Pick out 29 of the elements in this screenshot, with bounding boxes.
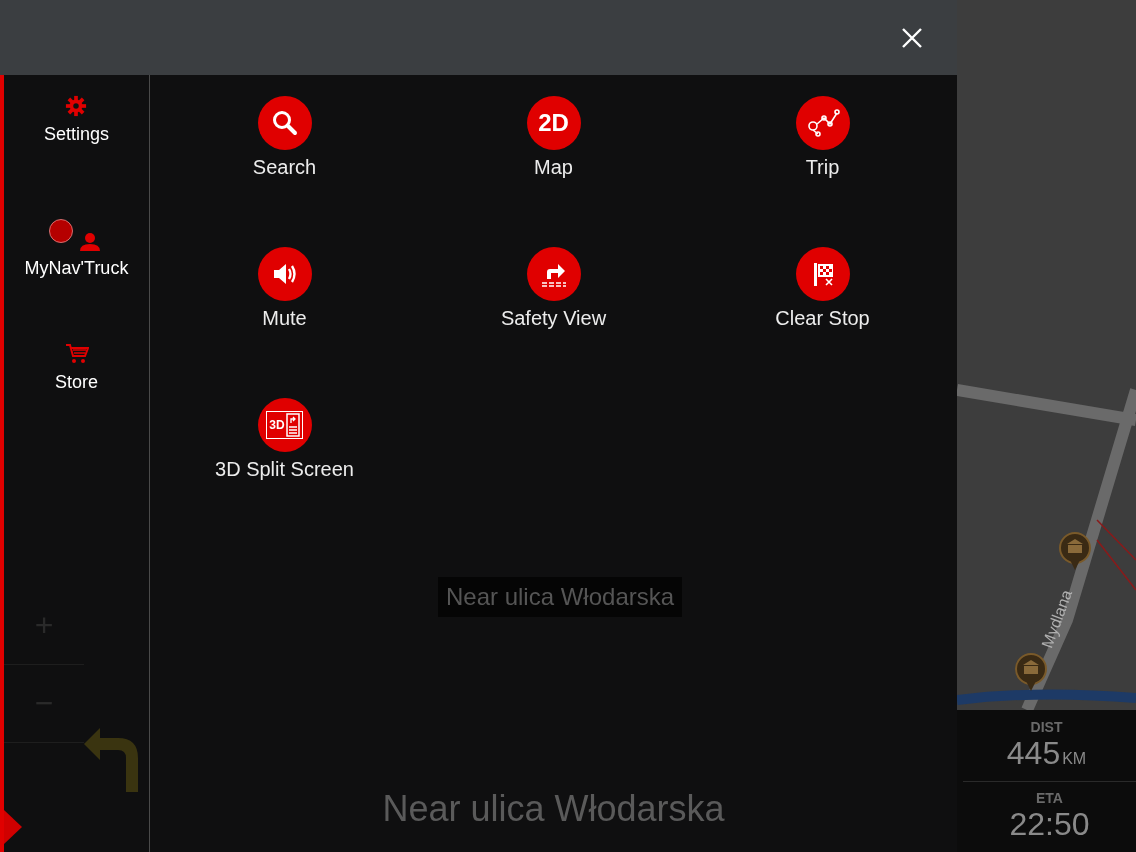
search-icon: [257, 96, 312, 150]
distance-value: 445: [1006, 734, 1061, 772]
split-screen-icon: 3D: [257, 398, 312, 452]
checkered-flag-icon: [795, 247, 850, 301]
menu-item[interactable]: 2D Map: [526, 96, 581, 179]
gear-icon: [65, 95, 88, 117]
museum-pin-icon: [1015, 653, 1047, 693]
menu-item[interactable]: Search: [252, 96, 317, 179]
museum-pin-icon: [1059, 532, 1091, 572]
menu-item[interactable]: Clear Stop: [775, 247, 870, 330]
map-mode-icon: 2D: [526, 96, 581, 150]
map-location-label: Near ulica Włodarska: [438, 577, 683, 617]
speaker-icon: [257, 247, 312, 301]
cart-icon: [64, 343, 89, 365]
sidebar-item[interactable]: MyNav'Truck: [24, 219, 129, 343]
menu-item[interactable]: Mute: [257, 247, 312, 330]
menu-item[interactable]: 3D 3D Split Screen: [215, 398, 354, 481]
eta-label: ETA: [1036, 790, 1063, 807]
eta-value: 22:50: [1009, 806, 1090, 844]
current-street-name: Near ulica Włodarska: [381, 788, 726, 831]
distance-label: DIST: [1030, 718, 1063, 735]
menu-item[interactable]: Safety View: [500, 247, 607, 330]
triangle-icon[interactable]: [4, 810, 22, 844]
menu-item[interactable]: Trip: [795, 96, 850, 179]
route-icon: [795, 96, 850, 150]
sidebar-item[interactable]: Store: [55, 343, 98, 467]
turn-left-arrow-icon: [82, 728, 140, 792]
sidebar-item[interactable]: Settings: [43, 95, 109, 219]
distance-unit: KM: [1062, 749, 1087, 768]
